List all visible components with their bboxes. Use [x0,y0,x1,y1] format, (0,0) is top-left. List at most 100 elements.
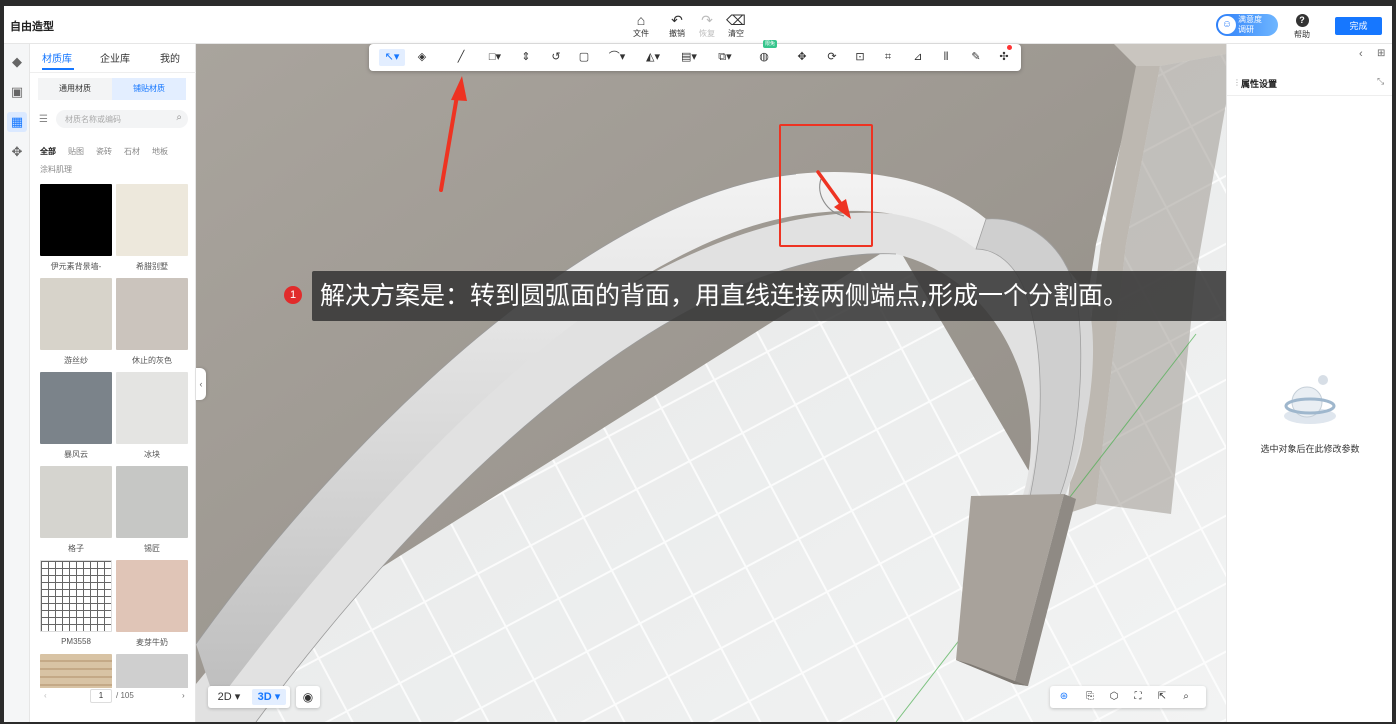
arc-icon[interactable]: ⌒▾ [605,49,629,66]
material-card[interactable]: 希腊别墅 [116,184,188,272]
material-card[interactable]: 麦芽牛奶 [116,560,188,648]
push-pull-icon[interactable]: ⇕ [517,49,535,66]
material-card[interactable] [40,654,112,688]
export-icon[interactable]: ⇱ [1154,689,1170,705]
redo-button[interactable]: ↷ 恢复 [694,12,720,39]
collapse-panel-button[interactable]: ‹ [196,368,206,400]
tab-mine[interactable]: 我的 [160,50,180,65]
cube-icon[interactable]: ⬡ [1106,689,1122,705]
material-card[interactable] [116,654,188,688]
layout-icon[interactable]: ⊞ [1377,48,1385,59]
material-name: 锡匠 [144,544,160,553]
search-icon[interactable]: ⌕ [176,112,182,123]
done-button[interactable]: 完成 [1335,17,1382,35]
eye-icon[interactable]: ◉ [296,686,320,708]
help-button[interactable]: ? 帮助 [1290,14,1314,40]
segment-paste-material[interactable]: 铺贴材质 [112,78,186,100]
clear-button[interactable]: ⌫ 清空 [723,12,749,39]
material-card[interactable]: 暴风云 [40,372,112,460]
material-card[interactable]: 伊元素背景墙- [40,184,112,272]
shape-icon[interactable]: ◆ [7,52,27,72]
material-swatch [40,278,112,350]
boolean-icon[interactable]: ⧉▾ [713,49,737,66]
mirror-icon[interactable]: ◭▾ [641,49,665,66]
gizmo-icon[interactable]: ✣ [995,49,1013,66]
face-icon[interactable]: ▢ [575,49,593,66]
page-input[interactable]: 1 [90,689,112,703]
material-swatch [116,654,188,688]
survey-line2: 调研 [1238,25,1254,34]
material-card[interactable]: 游丝纱 [40,278,112,366]
material-card[interactable]: 锡匠 [116,466,188,554]
file-button[interactable]: ⌂ 文件 [628,12,654,39]
section-icon[interactable]: ⊿ [909,49,927,66]
paint-bucket-icon[interactable]: ◈ [413,49,431,66]
next-page-icon[interactable]: › [182,691,185,700]
tab-material-library[interactable]: 材质库 [42,50,72,65]
prev-page-icon[interactable]: ‹ [44,691,47,700]
list-view-icon[interactable]: ☰ [39,114,48,125]
filter-tile[interactable]: 瓷砖 [96,146,112,157]
tab-enterprise-library[interactable]: 企业库 [100,50,130,65]
material-name: 伊元素背景墙- [50,262,102,271]
material-card[interactable]: PM3558 [40,560,112,646]
search-input[interactable] [56,110,166,128]
orbit-icon[interactable]: ⊛ [1056,689,1072,705]
fit-icon[interactable]: ⛶ [1130,689,1146,705]
properties-header: ⋮ 属性设置 ⤡ [1227,70,1392,96]
brush-icon[interactable]: ✎ [967,49,985,66]
filter-paint-texture[interactable]: 涂料肌理 [40,164,72,175]
3d-scene [196,44,1226,722]
material-name: 游丝纱 [64,356,88,365]
chevron-left-icon[interactable]: ‹ [1359,48,1363,60]
zoom-region-icon[interactable]: ⌕ [1178,689,1194,705]
eraser-icon: ⌫ [726,12,746,28]
left-rail: ◆ ▣ ▦ ✥ [4,44,30,722]
filter-all[interactable]: 全部 [40,146,56,157]
divider [30,72,196,73]
clear-label: 清空 [728,29,744,38]
properties-panel: ‹ ⊞ ⋮ 属性设置 ⤡ 选中对象后在此修改参数 [1226,44,1392,722]
3d-viewport[interactable] [196,44,1226,722]
select-arrow-icon[interactable]: ↖▾ [379,49,405,66]
material-card[interactable]: 格子 [40,466,112,554]
instruction-caption: 解决方案是：转到圆弧面的背面，用直线连接两侧端点,形成一个分割面。 [312,271,1266,321]
material-name: 希腊别墅 [136,262,168,271]
distribute-icon[interactable]: ⫴ [937,49,955,66]
material-icon[interactable]: ▦ [7,112,27,132]
mode-2d-label: 2D [217,691,232,703]
segment-general-material[interactable]: 通用材质 [38,78,112,100]
redo-icon: ↷ [701,12,713,28]
material-panel: 材质库 企业库 我的 通用材质 铺贴材质 ☰ ⌕ 全部 贴图 瓷砖 石材 地板 … [30,44,200,722]
material-swatch [116,372,188,444]
line-icon[interactable]: ╱ [452,49,470,66]
drag-grip-icon[interactable]: ⋮ [1233,78,1241,87]
mode-3d-button[interactable]: 3D ▾ [252,689,286,705]
pin-icon[interactable]: ⤡ [1377,76,1384,87]
filter-stone[interactable]: 石材 [124,146,140,157]
scale-icon[interactable]: ⊡ [851,49,869,66]
array-icon[interactable]: ▤▾ [677,49,701,66]
align-icon[interactable]: ⌗ [879,49,897,66]
mode-2d-button[interactable]: 2D ▾ [212,689,246,705]
component-icon[interactable]: ✥ [7,142,27,162]
undo-button[interactable]: ↶ 撤销 [664,12,690,39]
camera-icon[interactable]: ⎘ [1082,689,1098,705]
model-icon[interactable]: ▣ [7,82,27,102]
beta-badge: 限免 [763,40,778,48]
rectangle-icon[interactable]: □▾ [483,49,507,66]
survey-badge[interactable]: ☺ 满意度 调研 [1216,14,1278,36]
material-card[interactable]: 休止的灰色 [116,278,188,366]
move-icon[interactable]: ✥ [793,49,811,66]
material-card[interactable]: 冰块 [116,372,188,460]
filter-texture[interactable]: 贴图 [68,146,84,157]
filter-floor[interactable]: 地板 [152,146,168,157]
material-swatch [116,466,188,538]
sphere-beta-icon[interactable]: ◍ [755,49,773,66]
rotate-icon[interactable]: ⟳ [823,49,841,66]
mode-3d-label: 3D [257,691,272,703]
survey-line1: 满意度 [1238,15,1262,24]
offset-icon[interactable]: ↺ [547,49,565,66]
view-mode-toggle: 2D ▾ 3D ▾ [208,686,290,708]
step-badge: 1 [284,286,302,304]
